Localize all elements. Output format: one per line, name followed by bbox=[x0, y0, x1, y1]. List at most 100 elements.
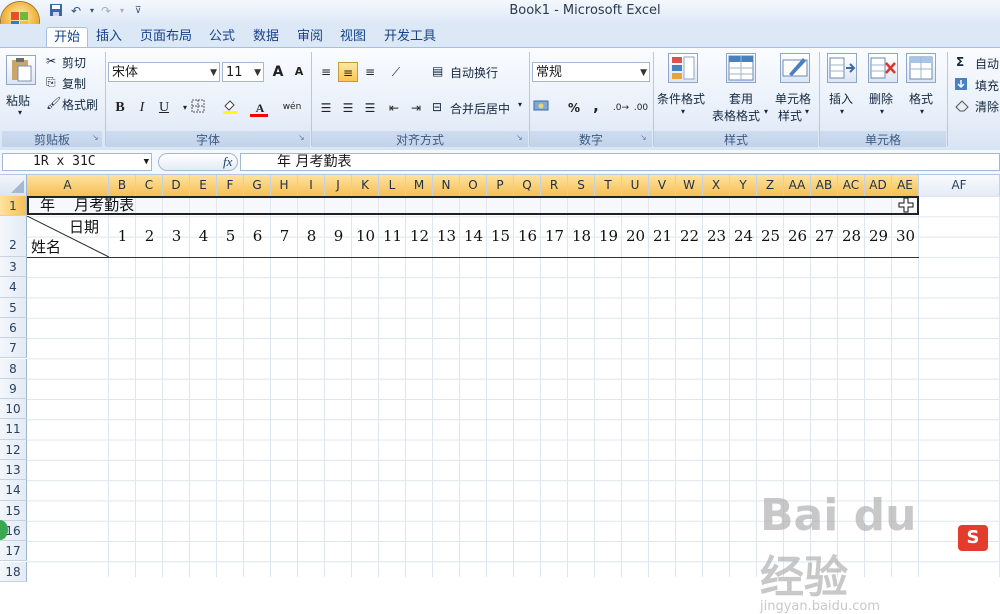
align-top-icon[interactable]: ≡ bbox=[316, 62, 336, 82]
font-name-combo[interactable]: 宋体 ▼ bbox=[108, 62, 220, 82]
grow-font-button[interactable]: A bbox=[268, 62, 288, 82]
column-header-h[interactable]: H bbox=[271, 175, 298, 196]
column-header-j[interactable]: J bbox=[325, 175, 352, 196]
table-format-label-1[interactable]: 套用 bbox=[729, 90, 753, 107]
align-center-icon[interactable]: ☰ bbox=[338, 98, 358, 118]
merge-center-button[interactable]: 合并后居中 bbox=[450, 100, 510, 117]
column-header-ad[interactable]: AD bbox=[865, 175, 892, 196]
day-cell[interactable]: 25 bbox=[757, 227, 784, 245]
align-left-icon[interactable]: ☰ bbox=[316, 98, 336, 118]
column-header-k[interactable]: K bbox=[352, 175, 379, 196]
decrease-indent-icon[interactable]: ⇤ bbox=[384, 98, 404, 118]
align-middle-icon[interactable]: ≡ bbox=[338, 62, 358, 82]
column-header-p[interactable]: P bbox=[487, 175, 514, 196]
format-cells-icon[interactable] bbox=[906, 53, 936, 83]
row-header-1[interactable]: 1 bbox=[0, 196, 27, 216]
shrink-font-button[interactable]: A bbox=[289, 62, 309, 82]
orientation-icon[interactable]: ⟋ bbox=[386, 62, 406, 82]
customize-qat-icon[interactable]: ⊽ bbox=[130, 3, 146, 19]
row-header-6[interactable]: 6 bbox=[0, 317, 27, 339]
row-header-17[interactable]: 17 bbox=[0, 541, 27, 562]
column-header-s[interactable]: S bbox=[568, 175, 595, 196]
day-cell[interactable]: 9 bbox=[325, 227, 352, 245]
align-bottom-icon[interactable]: ≡ bbox=[360, 62, 380, 82]
day-cell[interactable]: 21 bbox=[649, 227, 676, 245]
merge-dropdown-icon[interactable]: ▾ bbox=[518, 100, 522, 109]
insert-function-button[interactable]: fx bbox=[158, 153, 238, 171]
day-cell[interactable]: 20 bbox=[622, 227, 649, 245]
column-header-aa[interactable]: AA bbox=[784, 175, 811, 196]
day-cell[interactable]: 23 bbox=[703, 227, 730, 245]
column-header-r[interactable]: R bbox=[541, 175, 568, 196]
column-header-t[interactable]: T bbox=[595, 175, 622, 196]
column-header-v[interactable]: V bbox=[649, 175, 676, 196]
day-cell[interactable]: 8 bbox=[298, 227, 325, 245]
day-cell[interactable]: 1 bbox=[109, 227, 136, 245]
row-header-9[interactable]: 9 bbox=[0, 378, 27, 400]
column-header-n[interactable]: N bbox=[433, 175, 460, 196]
column-header-ae[interactable]: AE bbox=[892, 175, 919, 196]
cut-button[interactable]: 剪切 bbox=[62, 54, 86, 71]
row-header-11[interactable]: 11 bbox=[0, 419, 27, 440]
conditional-format-icon[interactable] bbox=[668, 53, 698, 83]
phonetic-guide-button[interactable]: wén bbox=[280, 97, 304, 117]
selected-range-row1[interactable] bbox=[27, 196, 919, 215]
day-cell[interactable]: 7 bbox=[271, 227, 298, 245]
table-format-dropdown-icon[interactable]: ▾ bbox=[764, 107, 768, 116]
tab-insert[interactable]: 插入 bbox=[91, 27, 127, 47]
day-cell[interactable]: 2 bbox=[136, 227, 163, 245]
alignment-launcher-icon[interactable]: ↘ bbox=[516, 134, 524, 142]
select-all-button[interactable] bbox=[0, 175, 27, 196]
column-header-d[interactable]: D bbox=[163, 175, 190, 196]
formula-input[interactable]: 年 月考勤表 bbox=[240, 153, 1000, 171]
column-header-u[interactable]: U bbox=[622, 175, 649, 196]
fill-color-icon[interactable] bbox=[220, 98, 240, 118]
day-cell[interactable]: 22 bbox=[676, 227, 703, 245]
decrease-decimal-icon[interactable]: .00 bbox=[630, 98, 652, 118]
day-cell[interactable]: 26 bbox=[784, 227, 811, 245]
increase-indent-icon[interactable]: ⇥ bbox=[406, 98, 426, 118]
row-header-12[interactable]: 12 bbox=[0, 439, 27, 460]
row-header-5[interactable]: 5 bbox=[0, 297, 27, 318]
undo-icon[interactable]: ↶ bbox=[68, 3, 84, 19]
bold-button[interactable]: B bbox=[110, 98, 130, 118]
column-header-b[interactable]: B bbox=[109, 175, 136, 196]
row-header-3[interactable]: 3 bbox=[0, 257, 27, 278]
column-header-e[interactable]: E bbox=[190, 175, 217, 196]
column-header-z[interactable]: Z bbox=[757, 175, 784, 196]
column-header-i[interactable]: I bbox=[298, 175, 325, 196]
tab-formulas[interactable]: 公式 bbox=[204, 27, 240, 47]
wrap-text-button[interactable]: 自动换行 bbox=[450, 64, 498, 81]
format-cells-button[interactable]: 格式 bbox=[909, 90, 933, 107]
day-cell[interactable]: 29 bbox=[865, 227, 892, 245]
save-icon[interactable] bbox=[48, 3, 64, 19]
percent-button[interactable]: % bbox=[564, 98, 584, 118]
day-cell[interactable]: 17 bbox=[541, 227, 568, 245]
day-cell[interactable]: 6 bbox=[244, 227, 271, 245]
column-header-a[interactable]: A bbox=[27, 175, 109, 196]
column-header-g[interactable]: G bbox=[244, 175, 271, 196]
underline-button[interactable]: U bbox=[154, 98, 174, 118]
column-header-c[interactable]: C bbox=[136, 175, 163, 196]
format-painter-button[interactable]: 格式刷 bbox=[62, 96, 98, 113]
tab-review[interactable]: 审阅 bbox=[292, 27, 328, 47]
insert-cells-icon[interactable] bbox=[827, 53, 857, 83]
paste-button[interactable]: 粘贴 bbox=[6, 92, 30, 109]
cell-style-icon[interactable] bbox=[780, 53, 810, 83]
day-cell[interactable]: 11 bbox=[379, 227, 406, 245]
day-cell[interactable]: 14 bbox=[460, 227, 487, 245]
row-header-10[interactable]: 10 bbox=[0, 399, 27, 420]
copy-button[interactable]: 复制 bbox=[62, 75, 86, 92]
redo-dropdown-icon[interactable]: ▾ bbox=[114, 3, 130, 19]
cell-style-label-1[interactable]: 单元格 bbox=[775, 90, 811, 107]
column-header-f[interactable]: F bbox=[217, 175, 244, 196]
insert-dropdown-icon[interactable]: ▾ bbox=[840, 107, 844, 116]
day-cell[interactable]: 28 bbox=[838, 227, 865, 245]
clear-button[interactable]: 清除 bbox=[975, 98, 999, 115]
tab-page-layout[interactable]: 页面布局 bbox=[136, 27, 196, 47]
borders-icon[interactable] bbox=[188, 98, 208, 118]
conditional-dropdown-icon[interactable]: ▾ bbox=[681, 107, 685, 116]
fill-button[interactable]: 填充 bbox=[975, 77, 999, 94]
insert-cells-button[interactable]: 插入 bbox=[829, 90, 853, 107]
increase-decimal-icon[interactable]: .0→ bbox=[610, 98, 632, 118]
